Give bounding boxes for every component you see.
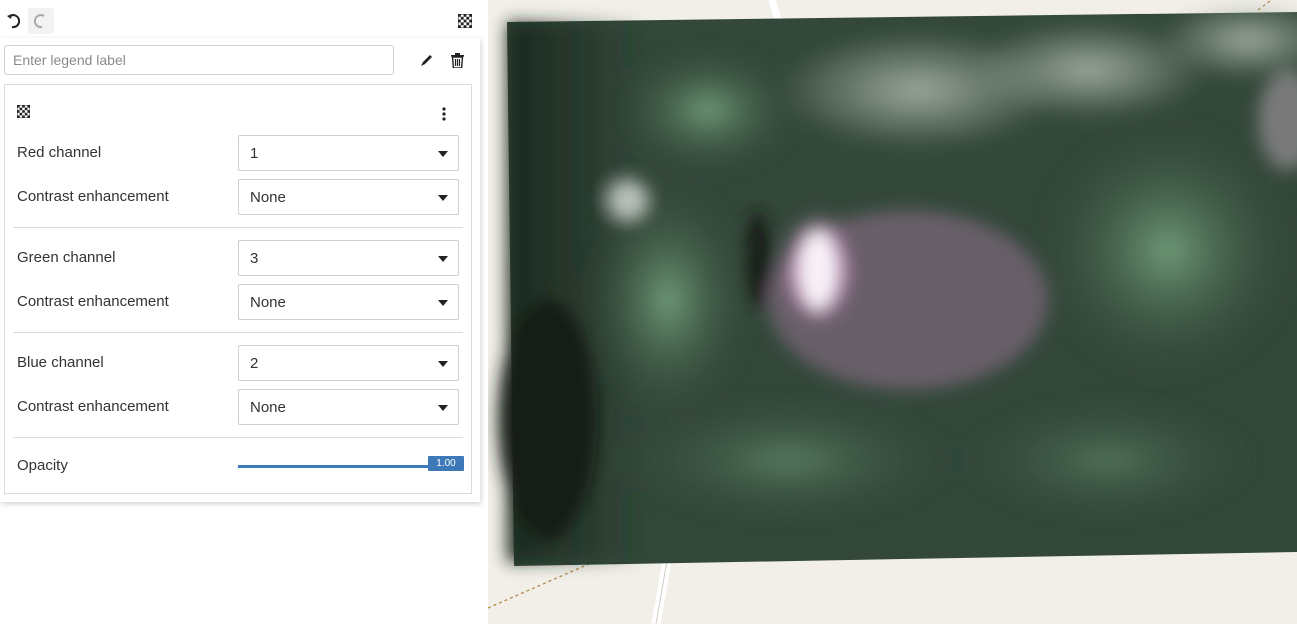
caret-down-icon bbox=[438, 151, 448, 157]
redo-icon bbox=[34, 14, 45, 29]
opacity-slider-track[interactable] bbox=[238, 465, 434, 468]
legend-label-input[interactable] bbox=[4, 45, 394, 75]
layer-visibility-button[interactable] bbox=[452, 8, 478, 34]
map-canvas bbox=[488, 0, 1297, 624]
green-contrast-value: None bbox=[250, 294, 286, 311]
divider bbox=[13, 437, 463, 438]
checkerboard-icon bbox=[458, 14, 472, 28]
blue-contrast-select[interactable]: None bbox=[238, 389, 459, 425]
kebab-menu-icon bbox=[442, 107, 446, 121]
blue-contrast-value: None bbox=[250, 399, 286, 416]
caret-down-icon bbox=[438, 361, 448, 367]
undo-icon bbox=[7, 14, 20, 29]
blue-contrast-label: Contrast enhancement bbox=[17, 398, 169, 415]
panel-toolbar bbox=[0, 6, 480, 36]
opacity-label: Opacity bbox=[17, 457, 68, 474]
caret-down-icon bbox=[438, 195, 448, 201]
edit-button[interactable] bbox=[414, 47, 440, 73]
redo-button[interactable] bbox=[28, 8, 54, 34]
red-channel-label: Red channel bbox=[17, 144, 102, 161]
divider bbox=[13, 332, 463, 333]
opacity-slider-thumb[interactable]: 1.00 bbox=[428, 456, 464, 471]
red-channel-select[interactable]: 1 bbox=[238, 135, 459, 171]
delete-button[interactable] bbox=[444, 47, 470, 73]
layer-style-button[interactable] bbox=[16, 104, 31, 123]
blue-channel-value: 2 bbox=[250, 355, 259, 372]
green-channel-value: 3 bbox=[250, 250, 259, 267]
caret-down-icon bbox=[438, 300, 448, 306]
trash-icon bbox=[450, 52, 464, 68]
map-view[interactable] bbox=[488, 0, 1297, 624]
band-settings-card: Red channel 1 Contrast enhancement None … bbox=[4, 84, 472, 494]
red-contrast-select[interactable]: None bbox=[238, 179, 459, 215]
checkerboard-icon bbox=[16, 104, 31, 119]
divider bbox=[13, 227, 463, 228]
more-options-button[interactable] bbox=[431, 101, 457, 127]
caret-down-icon bbox=[438, 256, 448, 262]
red-contrast-value: None bbox=[250, 189, 286, 206]
red-contrast-label: Contrast enhancement bbox=[17, 188, 169, 205]
pencil-icon bbox=[421, 55, 432, 66]
blue-channel-label: Blue channel bbox=[17, 354, 104, 371]
caret-down-icon bbox=[438, 405, 448, 411]
green-channel-label: Green channel bbox=[17, 249, 116, 266]
green-contrast-select[interactable]: None bbox=[238, 284, 459, 320]
red-channel-value: 1 bbox=[250, 145, 259, 162]
raster-layer bbox=[498, 0, 1297, 566]
green-channel-select[interactable]: 3 bbox=[238, 240, 459, 276]
green-contrast-label: Contrast enhancement bbox=[17, 293, 169, 310]
undo-button[interactable] bbox=[0, 8, 26, 34]
blue-channel-select[interactable]: 2 bbox=[238, 345, 459, 381]
